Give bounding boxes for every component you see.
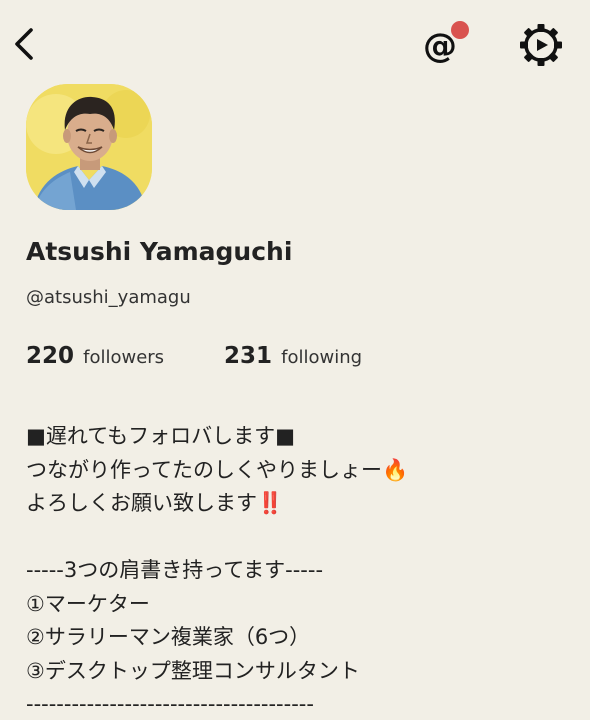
profile-name: Atsushi Yamaguchi	[26, 237, 293, 266]
chevron-left-icon	[15, 28, 33, 60]
avatar[interactable]	[26, 84, 152, 210]
bio-line: ①マーケター	[26, 591, 150, 616]
following-label: following	[281, 347, 363, 368]
bio-line	[26, 521, 576, 555]
profile-username: @atsushi_yamagu	[26, 287, 191, 308]
bio-line: --------------------------------------	[26, 692, 314, 716]
bio-line: -----3つの肩書き持ってます-----	[26, 558, 324, 582]
notification-badge	[449, 19, 471, 41]
profile-page: @ Atsushi Yamaguchi @atsushi_yamagu 220 …	[0, 0, 590, 720]
followers-link[interactable]: 220 followers	[26, 343, 164, 369]
following-link[interactable]: 231 following	[224, 343, 362, 369]
profile-bio: ■遅れてもフォロバします■ つながり作ってたのしくやりましょー🔥 よろしくお願い…	[26, 420, 576, 720]
gear-icon	[520, 24, 562, 66]
bio-line: ③デスクトップ整理コンサルタント	[26, 658, 360, 683]
bio-line: ■遅れてもフォロバします■	[26, 424, 296, 448]
settings-button[interactable]	[518, 22, 564, 68]
bio-line: つながり作ってたのしくやりましょー🔥	[26, 457, 409, 482]
bio-line: よろしくお願い致します‼️	[26, 491, 284, 515]
followers-label: followers	[83, 347, 165, 368]
bio-line: ②サラリーマン複業家（6つ）	[26, 625, 311, 649]
profile-photo-illustration	[26, 84, 152, 210]
followers-count: 220	[26, 343, 75, 369]
following-count: 231	[224, 343, 273, 369]
back-button[interactable]	[6, 24, 42, 64]
top-bar: @	[0, 0, 590, 90]
